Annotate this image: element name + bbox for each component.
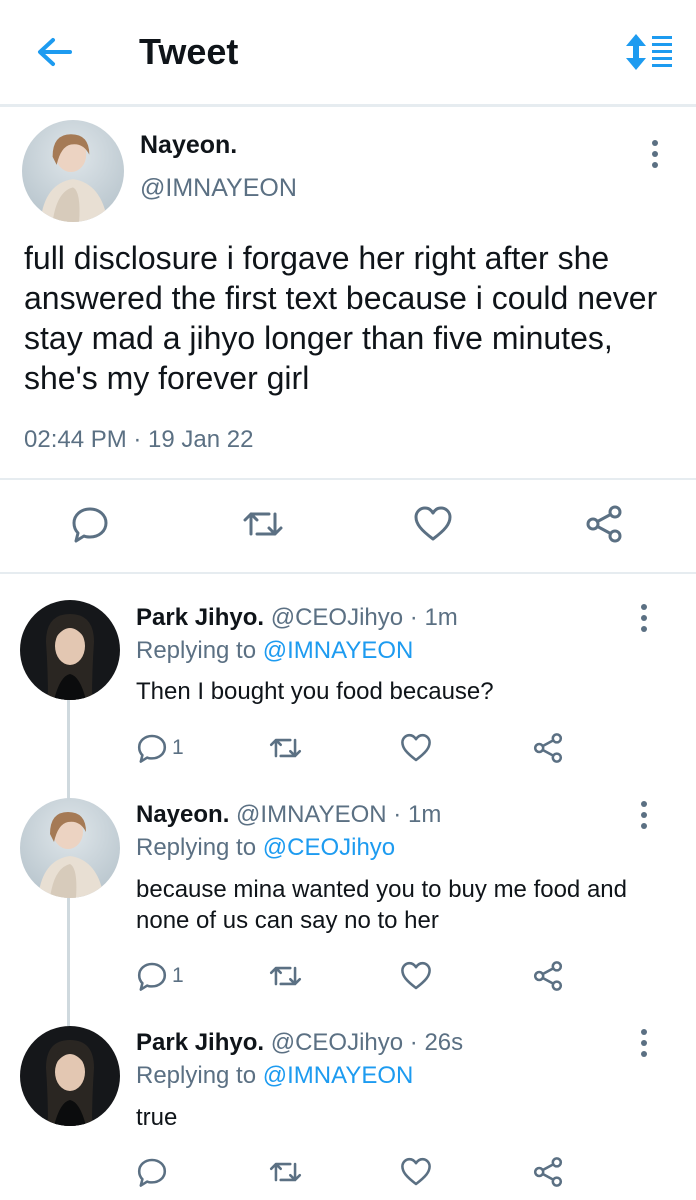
reply-text: because mina wanted you to buy me food a… [136, 876, 627, 934]
share-icon [533, 733, 563, 763]
thread-connector [67, 898, 70, 1026]
more-options-button[interactable] [632, 1023, 656, 1063]
avatar-image [22, 120, 124, 222]
replying-to-link[interactable]: @IMNAYEON [263, 637, 414, 664]
reply-count: 1 [172, 736, 184, 759]
reply-meta[interactable]: @IMNAYEON · 1m [229, 801, 441, 828]
reply-icon [137, 962, 167, 991]
like-button[interactable] [400, 728, 432, 768]
reply-icon [72, 507, 108, 543]
reply-button[interactable] [136, 1152, 172, 1192]
retweet-button[interactable] [239, 500, 287, 548]
more-vertical-icon [641, 801, 647, 829]
sort-icon [626, 34, 672, 70]
author-handle[interactable]: @IMNAYEON [140, 173, 297, 203]
reply-author-name[interactable]: Nayeon. [136, 801, 229, 828]
arrow-left-icon [38, 38, 72, 66]
retweet-button[interactable] [268, 728, 303, 768]
more-options-button[interactable] [632, 795, 656, 835]
more-vertical-icon [641, 1029, 647, 1057]
retweet-icon [269, 966, 302, 986]
share-icon [533, 961, 563, 991]
avatar[interactable] [22, 120, 124, 222]
more-options-button[interactable] [632, 598, 656, 638]
share-button[interactable] [532, 956, 564, 996]
heart-icon [401, 733, 431, 762]
reply-button[interactable] [66, 500, 114, 548]
thread-connector [67, 700, 70, 800]
share-button[interactable] [532, 728, 564, 768]
reply-meta[interactable]: @CEOJihyo · 26s [264, 1029, 463, 1056]
avatar[interactable] [20, 1026, 120, 1126]
like-button[interactable] [400, 1152, 432, 1192]
tweet-timestamp[interactable]: 02:44 PM · 19 Jan 22 [24, 424, 253, 456]
tweet-text: full disclosure i forgave her right afte… [24, 240, 658, 396]
retweet-button[interactable] [268, 1152, 303, 1192]
header-divider [0, 104, 696, 107]
replying-to-label: Replying to [136, 637, 263, 664]
share-icon [586, 505, 622, 543]
retweet-icon [269, 738, 302, 758]
reply-icon [137, 1158, 167, 1187]
avatar[interactable] [20, 600, 120, 700]
reply-icon [137, 734, 167, 763]
reply-button[interactable]: 1 [136, 728, 184, 768]
like-button[interactable] [400, 956, 432, 996]
top-app-bar [0, 0, 696, 104]
reply-count: 1 [172, 964, 184, 987]
more-vertical-icon [652, 140, 658, 168]
reply-meta[interactable]: @CEOJihyo · 1m [264, 604, 458, 631]
divider [0, 572, 696, 574]
reply-author-name[interactable]: Park Jihyo. [136, 1029, 264, 1056]
reply-button[interactable]: 1 [136, 956, 184, 996]
replying-to-label: Replying to [136, 1062, 263, 1089]
reply-text: true [136, 1104, 178, 1131]
reply-text: Then I bought you food because? [136, 678, 494, 705]
heart-icon [414, 506, 452, 541]
replying-to-link[interactable]: @IMNAYEON [263, 1062, 414, 1089]
share-icon [533, 1157, 563, 1187]
retweet-button[interactable] [268, 956, 303, 996]
sort-button[interactable] [622, 32, 674, 72]
like-button[interactable] [409, 500, 457, 548]
avatar-image [20, 600, 120, 700]
retweet-icon [269, 1162, 302, 1182]
more-vertical-icon [641, 604, 647, 632]
more-options-button[interactable] [643, 134, 667, 174]
page-title: Tweet [139, 31, 239, 72]
avatar-image [20, 1026, 120, 1126]
heart-icon [401, 1157, 431, 1186]
avatar[interactable] [20, 798, 120, 898]
replying-to-label: Replying to [136, 834, 263, 861]
heart-icon [401, 961, 431, 990]
reply-author-name[interactable]: Park Jihyo. [136, 604, 264, 631]
share-button[interactable] [580, 500, 628, 548]
avatar-image [20, 798, 120, 898]
share-button[interactable] [532, 1152, 564, 1192]
retweet-icon [243, 512, 283, 536]
author-name[interactable]: Nayeon. [140, 130, 237, 160]
back-button[interactable] [32, 30, 76, 74]
replying-to-link[interactable]: @CEOJihyo [263, 834, 395, 861]
divider [0, 478, 696, 480]
